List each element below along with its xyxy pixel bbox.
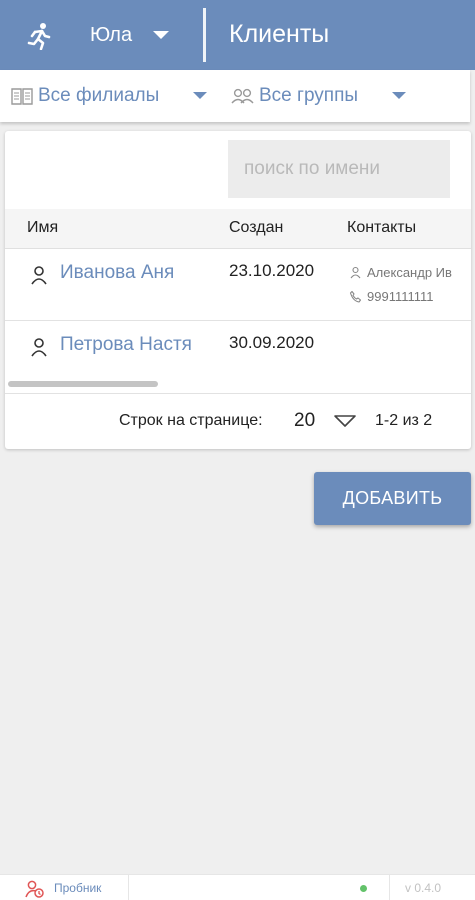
client-name-link[interactable]: Петрова Настя <box>60 334 192 356</box>
branches-chevron-down-icon[interactable] <box>193 92 207 99</box>
column-header-name[interactable]: Имя <box>27 219 58 237</box>
branches-filter[interactable]: Все филиалы <box>10 84 159 108</box>
rows-per-page-label: Строк на странице: <box>119 412 263 429</box>
phone-icon <box>349 290 362 303</box>
pagination-range: 1-2 из 2 <box>375 412 433 429</box>
user-name[interactable]: Юла <box>90 24 132 47</box>
header-divider <box>203 8 206 62</box>
contact-phone: 9991111111 <box>349 289 434 304</box>
contact-person-name: Александр Ив <box>367 265 452 280</box>
trial-label[interactable]: Пробник <box>54 881 101 895</box>
status-bar: Пробник v 0.4.0 <box>0 874 475 900</box>
contact-phone-number[interactable]: 9991111111 <box>367 289 434 304</box>
book-icon <box>11 88 33 105</box>
groups-filter-label: Все группы <box>259 85 359 106</box>
person-icon <box>350 266 361 279</box>
add-client-button[interactable]: ДОБАВИТЬ <box>314 472 471 525</box>
group-icon <box>231 88 254 104</box>
filter-bar: Все филиалы Все группы <box>0 70 470 122</box>
rows-per-page-select[interactable]: 20 <box>294 410 315 432</box>
page-title: Клиенты <box>229 20 330 48</box>
status-divider <box>389 875 390 900</box>
person-icon <box>31 338 47 357</box>
table-footer-divider <box>5 393 471 394</box>
column-header-contacts[interactable]: Контакты <box>347 219 416 237</box>
clients-card: Имя Создан Контакты Иванова Аня 23.10.20… <box>5 131 471 449</box>
status-divider <box>128 875 129 900</box>
table-row: Иванова Аня 23.10.2020 Александр Ив 9991… <box>5 249 471 321</box>
branches-filter-label: Все филиалы <box>38 85 160 106</box>
user-trial-icon[interactable] <box>25 879 45 899</box>
contact-person: Александр Ив <box>349 265 452 280</box>
online-status-dot <box>360 885 367 892</box>
created-date: 23.10.2020 <box>229 261 315 280</box>
search-input[interactable] <box>228 140 450 198</box>
top-app-bar: Юла Клиенты <box>0 0 475 70</box>
client-name-link[interactable]: Иванова Аня <box>60 262 174 284</box>
groups-filter[interactable]: Все группы <box>231 84 358 108</box>
horizontal-scrollbar[interactable] <box>8 381 158 387</box>
created-date: 30.09.2020 <box>229 333 315 352</box>
table-header: Имя Создан Контакты <box>5 209 471 249</box>
app-version: v 0.4.0 <box>405 881 442 895</box>
person-icon <box>31 266 47 285</box>
groups-chevron-down-icon[interactable] <box>392 92 406 99</box>
running-person-icon[interactable] <box>26 22 52 50</box>
user-dropdown-chevron-icon[interactable] <box>153 31 169 39</box>
rows-per-page-chevron-icon[interactable] <box>333 413 357 429</box>
column-header-created[interactable]: Создан <box>229 219 283 237</box>
